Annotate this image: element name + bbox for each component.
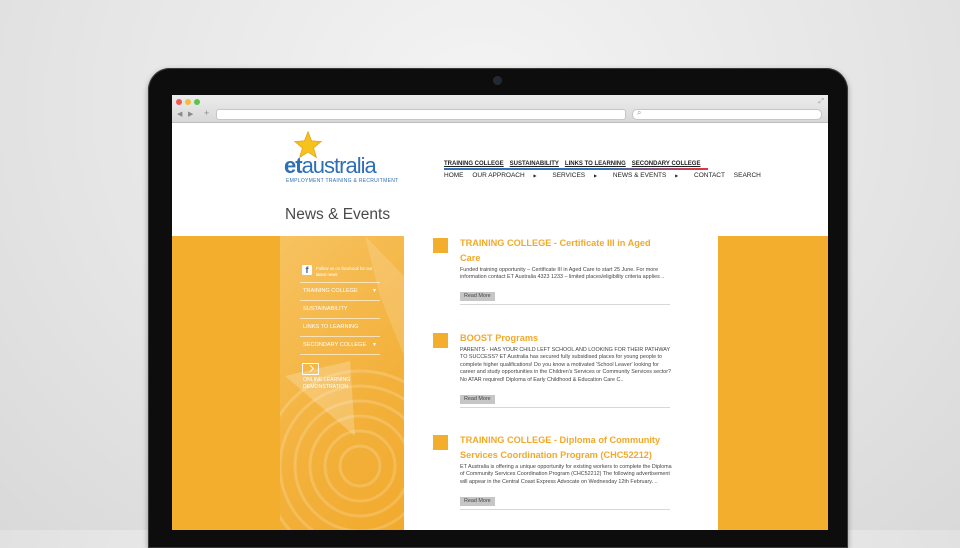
top-link-links-to-learning[interactable]: LINKS TO LEARNING: [565, 161, 626, 167]
nav-search[interactable]: SEARCH: [734, 172, 761, 179]
close-window-button[interactable]: [176, 99, 182, 105]
top-link-training-college[interactable]: TRAINING COLLEGE: [444, 161, 504, 167]
minimize-window-button[interactable]: [185, 99, 191, 105]
news-bullet-icon: [433, 435, 448, 450]
caret-right-icon: ▶: [533, 172, 537, 178]
news-bullet-icon: [433, 238, 448, 253]
news-excerpt: PARENTS - HAS YOUR CHILD LEFT SCHOOL AND…: [460, 347, 672, 383]
nav-contact[interactable]: CONTACT: [694, 172, 725, 179]
secondary-nav: TRAINING COLLEGE SUSTAINABILITY LINKS TO L…: [444, 161, 706, 167]
sidebar-item-sustainability[interactable]: SUSTAINABILITY: [300, 300, 380, 318]
browser-toolbar: ◀ ▶ + ⌕ ⤢: [172, 95, 828, 123]
browser-window: ◀ ▶ + ⌕ ⤢ etaustralia EMPLOYMENT TRAININ…: [172, 95, 828, 530]
sidebar: f Follow us on facebook for our latest n…: [280, 236, 404, 530]
read-more-button[interactable]: Read More: [460, 292, 495, 301]
browser-search-field[interactable]: ⌕: [632, 108, 822, 120]
news-title[interactable]: TRAINING COLLEGE - Certificate III in Ag…: [460, 236, 672, 265]
top-link-secondary-college[interactable]: SECONDARY COLLEGE: [632, 161, 701, 167]
address-bar[interactable]: [216, 109, 626, 120]
read-more-button[interactable]: Read More: [460, 497, 495, 506]
left-orange-band: [172, 236, 280, 530]
nav-news-events[interactable]: NEWS & EVENTS ▶: [613, 172, 685, 179]
nav-services[interactable]: SERVICES ▶: [552, 172, 604, 179]
read-more-button[interactable]: Read More: [460, 395, 495, 404]
nav-home[interactable]: HOME: [444, 172, 464, 179]
news-bullet-icon: [433, 333, 448, 348]
news-separator: [460, 509, 670, 510]
news-title[interactable]: TRAINING COLLEGE - Diploma of Community …: [460, 433, 672, 462]
facebook-follow-text[interactable]: Follow us on facebook for our latest new…: [316, 266, 376, 278]
back-arrow-icon[interactable]: ◀: [177, 110, 182, 118]
sidebar-item-secondary-college[interactable]: SECONDARY COLLEGE ▼: [300, 336, 380, 354]
nav-our-approach[interactable]: OUR APPROACH ▶: [472, 172, 543, 179]
logo-tagline: EMPLOYMENT TRAINING & RECRUITMENT: [286, 178, 399, 184]
logo-wordmark: etaustralia: [284, 153, 377, 178]
nav-divider: [444, 168, 708, 170]
news-separator: [460, 304, 670, 305]
news-separator: [460, 407, 670, 408]
caret-right-icon: ▶: [675, 172, 679, 178]
news-title[interactable]: BOOST Programs: [460, 331, 672, 346]
main-nav: HOME OUR APPROACH ▶ SERVICES ▶ NEWS & EV…: [444, 172, 768, 179]
fullscreen-icon[interactable]: ⤢: [818, 98, 824, 106]
search-icon: ⌕: [637, 108, 642, 117]
facebook-icon[interactable]: f: [302, 265, 312, 275]
top-link-sustainability[interactable]: SUSTAINABILITY: [510, 161, 559, 167]
sidebar-item-links-to-learning[interactable]: LINKS TO LEARNING: [300, 318, 380, 336]
forward-arrow-icon[interactable]: ▶: [188, 110, 193, 118]
news-excerpt: ET Australia is offering a unique opport…: [460, 464, 672, 485]
online-learning-icon[interactable]: [302, 363, 319, 375]
chevron-down-icon: ▼: [372, 342, 377, 348]
new-tab-icon[interactable]: +: [204, 108, 209, 118]
online-learning-link[interactable]: ONLINE LEARNING DEMONSTRATION: [303, 377, 373, 391]
menu-divider: [300, 354, 380, 355]
sidebar-menu: TRAINING COLLEGE ▼ SUSTAINABILITY LINKS T…: [300, 282, 380, 355]
zoom-window-button[interactable]: [194, 99, 200, 105]
webcam: [494, 77, 501, 84]
caret-right-icon: ▶: [593, 172, 598, 178]
sidebar-item-training-college[interactable]: TRAINING COLLEGE ▼: [300, 282, 380, 300]
page-title: News & Events: [285, 206, 391, 223]
chevron-down-icon: ▼: [372, 288, 377, 294]
right-orange-band: [718, 236, 828, 530]
news-excerpt: Funded training opportunity – Certificat…: [460, 267, 665, 281]
